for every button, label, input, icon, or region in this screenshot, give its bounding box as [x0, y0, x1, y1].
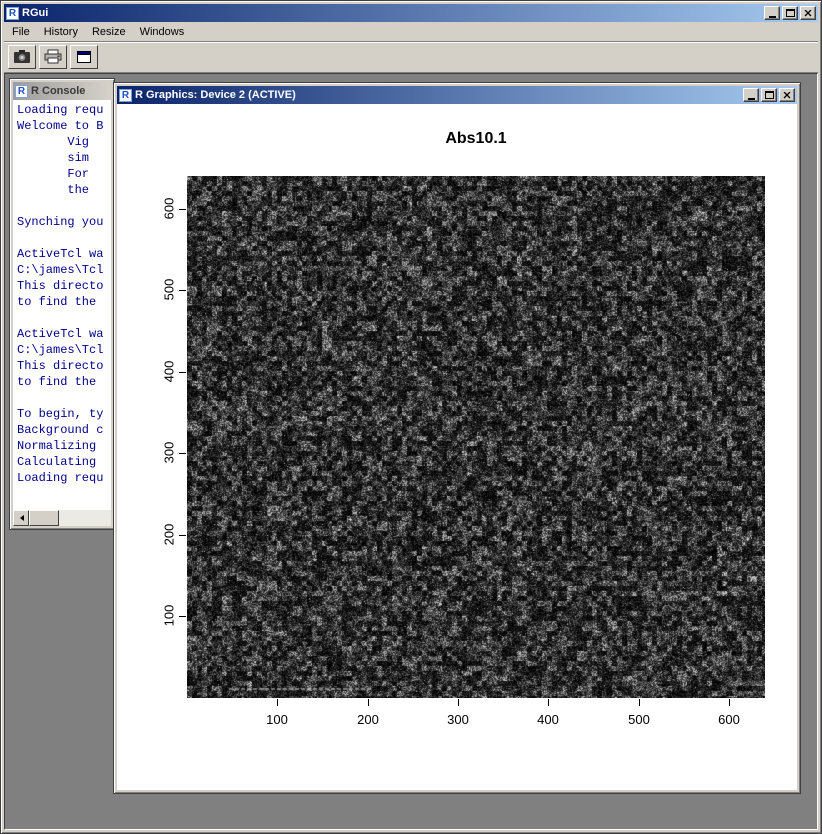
y-tick-mark [179, 535, 186, 536]
menu-windows[interactable]: Windows [133, 23, 192, 41]
rgui-main-window: R RGui File History Resize Windows [0, 0, 822, 834]
menu-history[interactable]: History [37, 23, 85, 41]
graphics-titlebar[interactable]: R R Graphics: Device 2 (ACTIVE) [117, 86, 797, 104]
scroll-left-icon [17, 515, 24, 521]
console-line [17, 198, 111, 214]
console-line: C:\james\Tcl [17, 262, 111, 278]
console-line: Normalizing [17, 438, 111, 454]
scrollbar-thumb[interactable] [29, 510, 59, 526]
close-icon [804, 10, 812, 17]
minimize-button[interactable] [764, 6, 780, 20]
console-line: to find the [17, 294, 111, 310]
console-horizontal-scrollbar[interactable] [13, 510, 111, 526]
y-tick-mark [179, 372, 186, 373]
x-axis-label: 600 [707, 712, 751, 727]
x-axis-label: 400 [526, 712, 570, 727]
console-focus-icon [74, 49, 94, 65]
focus-console-button[interactable] [70, 45, 98, 69]
copy-to-clipboard-button[interactable] [8, 45, 36, 69]
printer-icon [43, 49, 63, 65]
x-tick-mark [548, 699, 549, 706]
console-line: Vig [17, 134, 111, 150]
maximize-icon [765, 91, 774, 99]
y-axis-label: 500 [162, 268, 177, 312]
toolbar [4, 41, 818, 73]
r-graphics-window: R R Graphics: Device 2 (ACTIVE) Abs10.1 [113, 82, 801, 794]
console-line: Background c [17, 422, 111, 438]
console-line: Loading requ [17, 470, 111, 486]
console-line: the [17, 182, 111, 198]
main-window-controls [764, 6, 816, 20]
y-axis-label: 200 [162, 513, 177, 557]
x-axis-label: 500 [617, 712, 661, 727]
close-button[interactable] [800, 6, 816, 20]
x-tick-mark [729, 699, 730, 706]
console-line: For [17, 166, 111, 182]
r-console-window: R R Console Loading requ Welcome to B Vi… [9, 78, 115, 530]
minimize-icon [769, 16, 776, 18]
minimize-icon [748, 98, 755, 100]
console-window-title: R Console [31, 85, 109, 97]
graphics-window-controls [743, 88, 795, 102]
r-logo-icon: R [6, 7, 19, 20]
graphics-minimize-button[interactable] [743, 88, 759, 102]
y-tick-mark [179, 209, 186, 210]
console-line: To begin, ty [17, 406, 111, 422]
y-tick-mark [179, 616, 186, 617]
x-tick-mark [277, 699, 278, 706]
x-axis-label: 300 [436, 712, 480, 727]
r-logo-icon: R [119, 89, 132, 102]
close-icon [783, 92, 791, 99]
console-line: Synching you [17, 214, 111, 230]
console-line: Welcome to B [17, 118, 111, 134]
x-tick-mark [639, 699, 640, 706]
console-line: ActiveTcl wa [17, 246, 111, 262]
scroll-left-button[interactable] [13, 510, 29, 526]
y-tick-mark [179, 290, 186, 291]
graphics-maximize-button[interactable] [761, 88, 777, 102]
console-line: This directo [17, 278, 111, 294]
main-titlebar[interactable]: R RGui [4, 4, 818, 22]
console-line: C:\james\Tcl [17, 342, 111, 358]
menu-bar: File History Resize Windows [4, 22, 818, 41]
graphics-window-title: R Graphics: Device 2 (ACTIVE) [135, 89, 739, 101]
menu-file[interactable]: File [5, 23, 37, 41]
y-axis-label: 600 [162, 187, 177, 231]
maximize-button[interactable] [782, 6, 798, 20]
microarray-image [187, 176, 765, 698]
y-axis-label: 100 [162, 594, 177, 638]
camera-icon [12, 49, 32, 65]
y-axis-label: 300 [162, 431, 177, 475]
console-line [17, 390, 111, 406]
x-axis-label: 200 [346, 712, 390, 727]
console-line: Loading requ [17, 102, 111, 118]
menu-resize[interactable]: Resize [85, 23, 133, 41]
r-logo-icon: R [15, 85, 28, 98]
console-output[interactable]: Loading requ Welcome to B Vig sim For th… [13, 100, 111, 510]
plot-area: Abs10.1 100 200 300 400 500 600 [117, 104, 797, 790]
y-tick-mark [179, 453, 186, 454]
console-line: to find the [17, 374, 111, 390]
console-line [17, 310, 111, 326]
console-line: ActiveTcl wa [17, 326, 111, 342]
mdi-workspace: R R Console Loading requ Welcome to B Vi… [4, 73, 818, 830]
x-axis-label: 100 [255, 712, 299, 727]
console-line [17, 230, 111, 246]
plot-title: Abs10.1 [187, 130, 765, 148]
console-titlebar[interactable]: R R Console [13, 82, 111, 100]
console-line: Calculating [17, 454, 111, 470]
console-line: sim [17, 150, 111, 166]
graphics-close-button[interactable] [779, 88, 795, 102]
main-window-title: RGui [22, 7, 760, 19]
y-axis-label: 400 [162, 350, 177, 394]
print-button[interactable] [39, 45, 67, 69]
console-line: This directo [17, 358, 111, 374]
x-tick-mark [368, 699, 369, 706]
scrollbar-track[interactable] [59, 510, 111, 526]
maximize-icon [786, 9, 795, 17]
x-tick-mark [458, 699, 459, 706]
